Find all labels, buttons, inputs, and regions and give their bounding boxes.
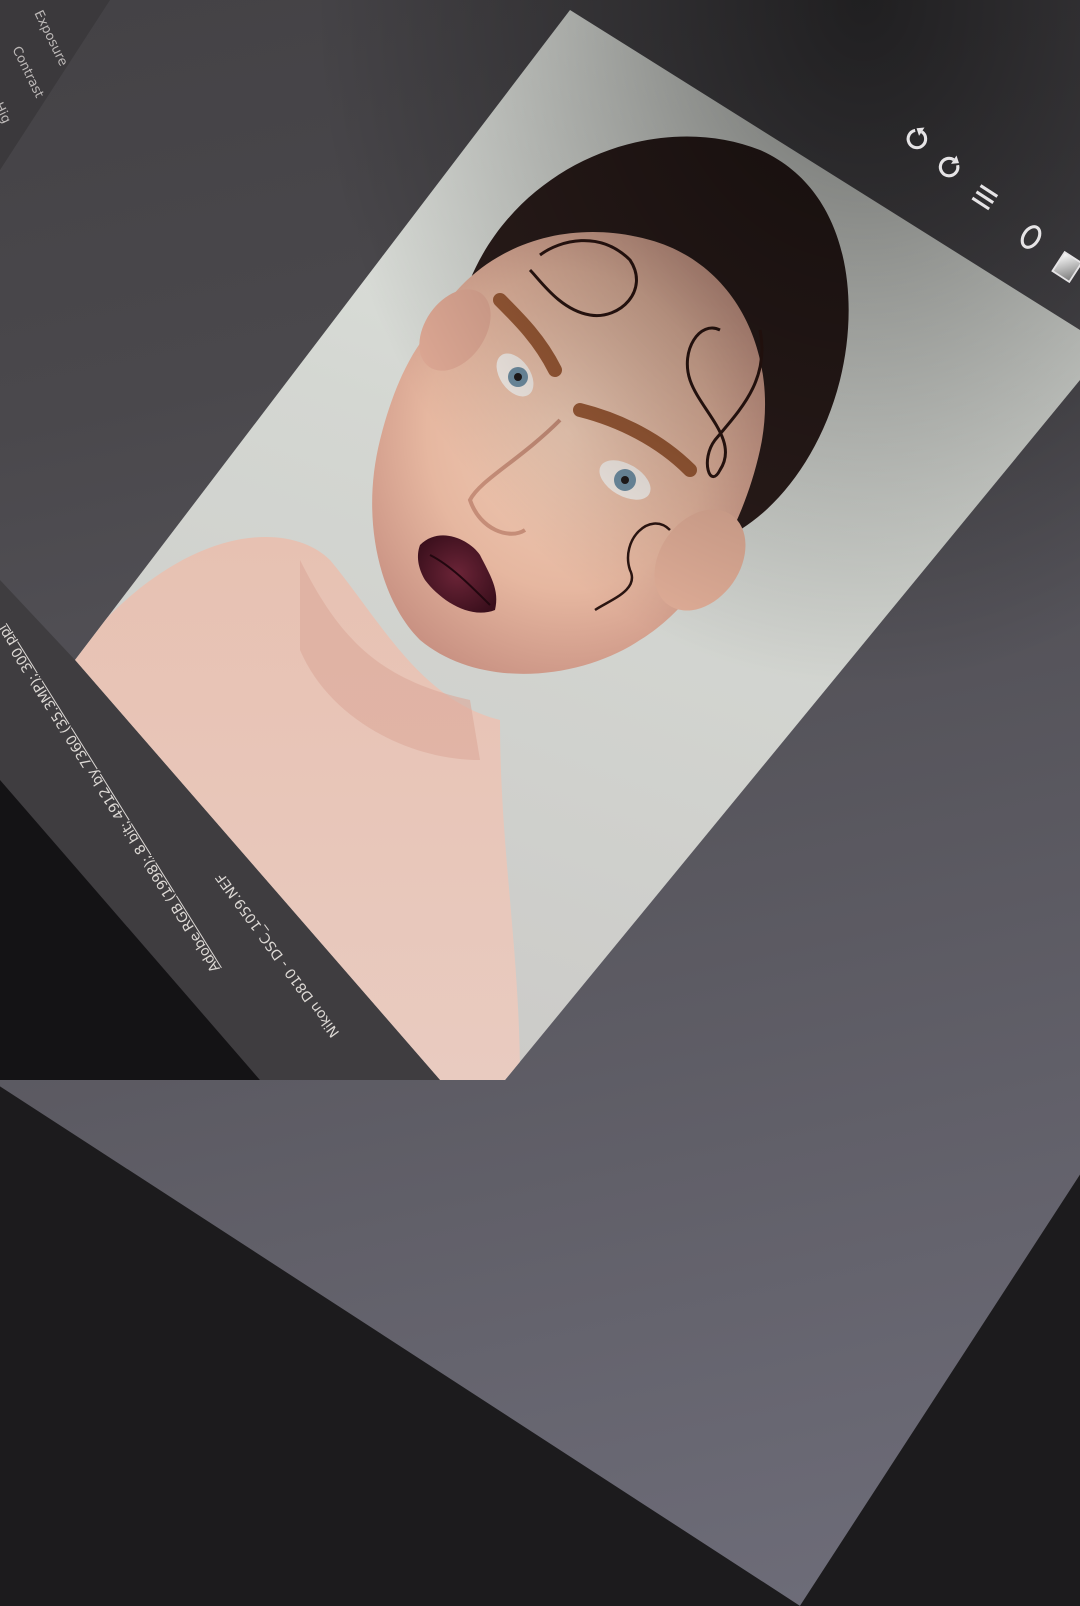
highlights-label[interactable]: Hig — [0, 100, 13, 126]
contrast-label[interactable]: Contrast — [9, 44, 47, 101]
exposure-label[interactable]: Exposure — [31, 8, 71, 69]
